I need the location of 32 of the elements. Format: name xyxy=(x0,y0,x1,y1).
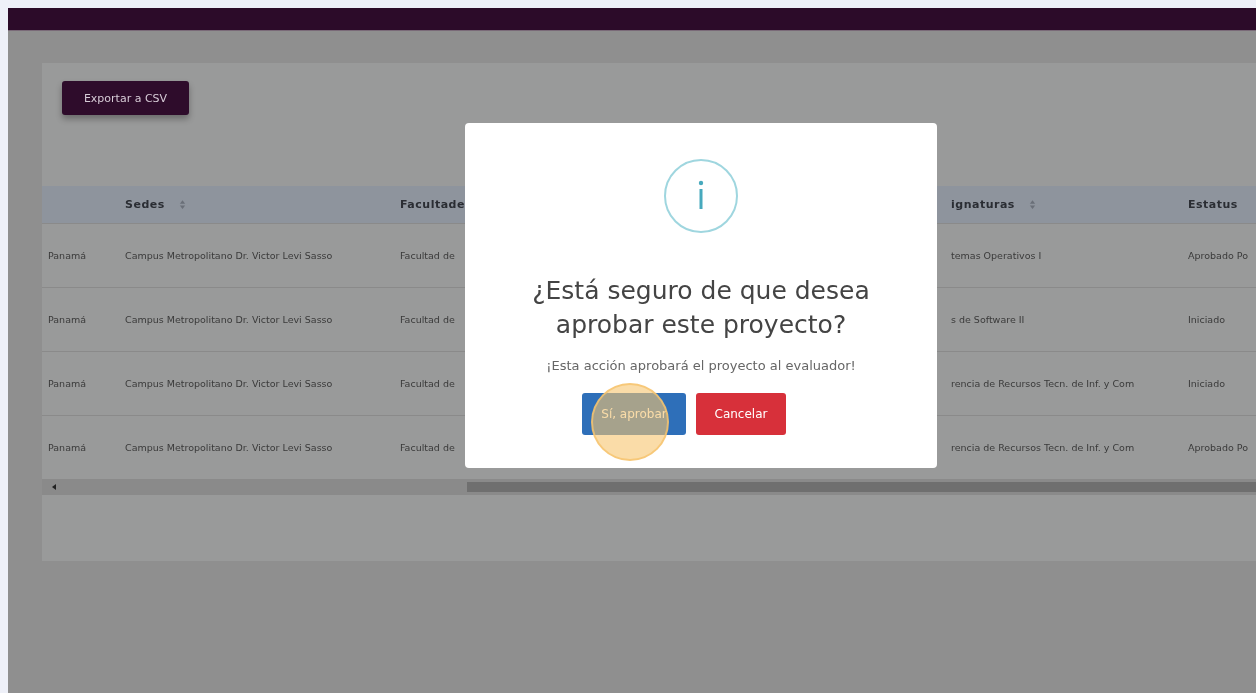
cancel-button[interactable]: Cancelar xyxy=(696,393,786,435)
table-cell: Iniciado xyxy=(1188,378,1225,389)
table-cell: rencia de Recursos Tecn. de Inf. y Com xyxy=(951,442,1135,453)
column-header[interactable]: Facultade xyxy=(400,198,465,211)
table-cell: Aprobado Po xyxy=(1188,442,1248,453)
info-icon xyxy=(663,158,739,234)
export-button[interactable]: Exportar a CSV xyxy=(62,81,189,115)
scroll-left-icon[interactable] xyxy=(52,484,56,490)
column-header[interactable]: Sedes xyxy=(125,198,165,211)
table-cell: Facultad de xyxy=(400,250,455,261)
table-cell: Aprobado Po xyxy=(1188,250,1248,261)
table-cell: Campus Metropolitano Dr. Victor Levi Sasso xyxy=(125,250,333,261)
table-cell: Campus Metropolitano Dr. Victor Levi Sasso xyxy=(125,378,333,389)
table-cell: Panamá xyxy=(48,442,87,453)
sort-icon[interactable] xyxy=(178,199,186,210)
dialog-title: ¿Está seguro de que desea aprobar este proyecto? xyxy=(531,275,871,341)
table-cell: rencia de Recursos Tecn. de Inf. y Com xyxy=(951,378,1135,389)
sort-icon[interactable] xyxy=(1028,199,1036,210)
table-cell: Iniciado xyxy=(1188,314,1225,325)
dialog-message: ¡Esta acción aprobará el proyecto al evaluador! xyxy=(546,358,856,373)
scrollbar-thumb[interactable] xyxy=(467,482,1256,492)
column-header[interactable]: ignaturas xyxy=(951,198,1015,211)
column-header[interactable]: Estatus xyxy=(1188,198,1238,211)
table-cell: Panamá xyxy=(48,378,87,389)
table-cell: Facultad de xyxy=(400,442,455,453)
table-cell: Panamá xyxy=(48,314,87,325)
table-cell: Campus Metropolitano Dr. Victor Levi Sasso xyxy=(125,442,333,453)
table-cell: Campus Metropolitano Dr. Victor Levi Sasso xyxy=(125,314,333,325)
table-cell: Panamá xyxy=(48,250,87,261)
table-cell: s de Software II xyxy=(951,314,1025,325)
table-cell: Facultad de xyxy=(400,378,455,389)
table-cell: Facultad de xyxy=(400,314,455,325)
